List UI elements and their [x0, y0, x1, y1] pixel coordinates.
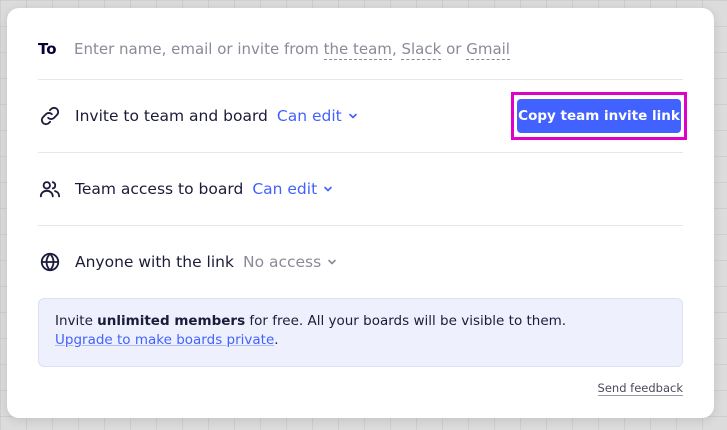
info-text-part: Invite [55, 313, 98, 329]
divider [38, 225, 683, 226]
permission-value: No access [242, 253, 322, 271]
team-access-row: Team access to board Can edit [38, 175, 683, 203]
team-access-label: Team access to board [75, 180, 244, 198]
divider [38, 152, 683, 153]
info-link-line: Upgrade to make boards private. [55, 331, 666, 350]
send-feedback-link[interactable]: Send feedback [597, 381, 683, 396]
upgrade-private-boards-link[interactable]: Upgrade to make boards private [55, 332, 274, 348]
placeholder-separator: or [441, 40, 467, 58]
chevron-down-icon [348, 113, 357, 119]
divider [38, 79, 683, 80]
permission-value: Can edit [276, 107, 342, 125]
placeholder-prefix: Enter name, email or invite from [74, 40, 324, 58]
info-text-part: for free. All your boards will be visibl… [245, 313, 567, 329]
permission-value: Can edit [252, 180, 318, 198]
team-and-board-permission-dropdown[interactable]: Can edit [277, 107, 358, 125]
people-icon [38, 177, 62, 201]
upgrade-info-box: Invite unlimited members for free. All y… [38, 298, 683, 367]
anyone-with-link-permission-dropdown[interactable]: No access [243, 253, 337, 271]
chevron-down-icon [324, 186, 332, 192]
chevron-down-icon [328, 259, 337, 265]
invite-to-field[interactable]: To Enter name, email or invite from the … [38, 34, 683, 64]
info-text-bold: unlimited members [97, 313, 246, 329]
copy-link-highlight: Copy team invite link [511, 92, 687, 140]
copy-team-invite-link-button[interactable]: Copy team invite link [517, 99, 681, 133]
anyone-with-link-row: Anyone with the link No access [38, 248, 683, 276]
anyone-with-link-label: Anyone with the link [75, 253, 234, 271]
link-icon [38, 104, 62, 128]
team-access-permission-dropdown[interactable]: Can edit [252, 180, 333, 198]
invite-from-team-link[interactable]: the team [323, 40, 392, 60]
invite-from-slack-link[interactable]: Slack [401, 40, 442, 60]
invite-from-gmail-link[interactable]: Gmail [466, 40, 510, 60]
globe-icon [38, 250, 62, 274]
to-label: To [38, 40, 57, 58]
share-dialog: To Enter name, email or invite from the … [7, 8, 714, 418]
info-link-suffix: . [274, 332, 279, 348]
info-text: Invite unlimited members for free. All y… [55, 312, 666, 331]
team-and-board-label: Invite to team and board [75, 107, 268, 125]
invite-input-placeholder[interactable]: Enter name, email or invite from the tea… [74, 40, 510, 60]
